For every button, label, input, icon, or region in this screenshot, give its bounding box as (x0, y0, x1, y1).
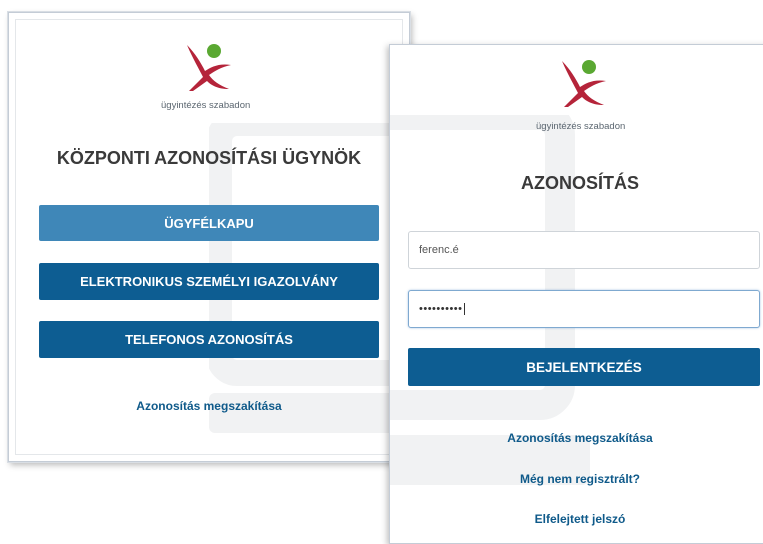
telefonos-azonositas-button[interactable]: TELEFONOS AZONOSÍTÁS (39, 321, 379, 358)
username-value: ferenc.é (419, 244, 459, 256)
ugyintezes-logo (562, 60, 606, 107)
username-field[interactable]: ferenc.é (408, 231, 760, 269)
logo-tagline: ügyintézés szabadon (161, 100, 251, 111)
password-field[interactable]: •••••••••• (408, 290, 760, 328)
register-link[interactable]: Még nem regisztrált? (390, 472, 763, 486)
eszig-button[interactable]: ELEKTRONIKUS SZEMÉLYI IGAZOLVÁNY (39, 263, 379, 300)
logo-tagline: ügyintézés szabadon (536, 121, 626, 132)
page-title: KÖZPONTI AZONOSÍTÁSI ÜGYNÖK (56, 148, 362, 168)
kau-agent-panel: ügyintézés szabadon KÖZPONTI AZONOSÍTÁSI… (8, 12, 410, 462)
text-caret (463, 303, 465, 315)
page-title: AZONOSÍTÁS (520, 173, 639, 193)
cancel-link[interactable]: Azonosítás megszakítása (390, 431, 763, 445)
ugyintezes-logo (187, 44, 231, 91)
password-value: •••••••••• (419, 303, 463, 315)
login-button[interactable]: BEJELENTKEZÉS (408, 348, 760, 386)
login-panel: ügyintézés szabadon AZONOSÍTÁS ferenc.é … (389, 44, 763, 544)
forgot-password-link[interactable]: Elfelejtett jelszó (390, 512, 763, 526)
cancel-link[interactable]: Azonosítás megszakítása (9, 399, 409, 413)
ugyfelkapu-button[interactable]: ÜGYFÉLKAPU (39, 205, 379, 241)
